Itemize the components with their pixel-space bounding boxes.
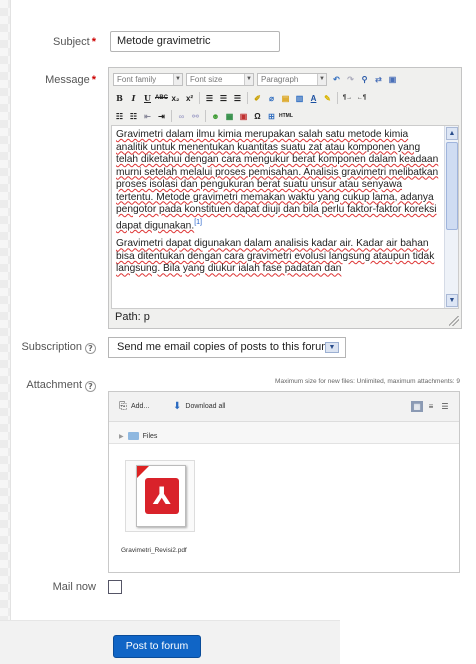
fullscreen-icon[interactable]: ▣ — [386, 73, 399, 86]
align-right-icon[interactable]: ☰ — [231, 92, 244, 105]
pdf-file-icon: ⅄ — [136, 465, 186, 527]
file-item[interactable]: ⅄ — [125, 460, 195, 532]
required-marker: * — [91, 36, 96, 48]
scroll-down-icon[interactable]: ▼ — [446, 294, 458, 307]
folder-icon — [127, 432, 139, 440]
highlight-color-icon[interactable]: ✎ — [321, 92, 334, 105]
chevron-right-icon: ▶ — [119, 433, 124, 440]
help-icon[interactable]: ? — [85, 381, 96, 392]
download-all-button[interactable]: ⬇ Download all — [173, 401, 225, 412]
emoticon-icon[interactable]: ☻ — [209, 110, 222, 123]
post-to-forum-button[interactable]: Post to forum — [113, 635, 201, 658]
scroll-thumb[interactable] — [446, 142, 458, 230]
subject-input[interactable]: Metode gravimetric — [110, 31, 280, 52]
align-left-icon[interactable]: ☰ — [203, 92, 216, 105]
numbered-list-icon[interactable]: ☷ — [127, 110, 140, 123]
mail-now-checkbox[interactable] — [108, 580, 122, 594]
table-icon[interactable]: ⊞ — [265, 110, 278, 123]
chevron-down-icon: ▼ — [325, 342, 339, 353]
outdent-icon[interactable]: ⇤ — [141, 110, 154, 123]
toolbar-separator — [247, 92, 248, 104]
special-char-icon[interactable]: Ω — [251, 110, 264, 123]
toolbar-separator — [337, 92, 338, 104]
font-color-icon[interactable]: A — [307, 92, 320, 105]
editor-toolbar-row-2: B I U ABC x₂ x² ☰ ☰ ☰ ✐ ⌀ ▤ ▥ A ✎ ¶→ ←¶ — [113, 90, 369, 106]
file-manager-path: ▶ Files — [109, 422, 459, 444]
scroll-up-icon[interactable]: ▲ — [446, 127, 458, 140]
editor-paragraph: Gravimetri dalam ilmu kimia merupakan sa… — [116, 129, 439, 231]
editor-content-area[interactable]: Gravimetri dalam ilmu kimia merupakan sa… — [111, 125, 459, 309]
italic-icon[interactable]: I — [127, 92, 140, 105]
unlink-icon[interactable]: ⚯ — [189, 110, 202, 123]
max-size-note: Maximum size for new files: Unlimited, m… — [275, 378, 460, 385]
files-folder-link[interactable]: Files — [143, 433, 158, 440]
chevron-down-icon: ▼ — [244, 73, 253, 85]
format-select[interactable]: Paragraph ▼ — [257, 72, 327, 86]
font-size-select[interactable]: Font size ▼ — [186, 72, 254, 86]
resize-handle-icon[interactable] — [449, 316, 459, 326]
view-icons-icon[interactable]: ▦ — [411, 401, 423, 412]
paste-word-icon[interactable]: ▥ — [293, 92, 306, 105]
help-icon[interactable]: ? — [85, 343, 96, 354]
add-file-button[interactable]: ⎘ Add... — [119, 401, 149, 412]
rtl-icon[interactable]: ←¶ — [355, 92, 368, 105]
file-name[interactable]: Gravimetri_Revisi2.pdf — [121, 547, 187, 554]
underline-icon[interactable]: U — [141, 92, 154, 105]
editor-paragraph: Gravimetri dapat digunakan dalam analisi… — [116, 238, 435, 275]
clean-up-icon[interactable]: ✐ — [251, 92, 264, 105]
redo-icon[interactable]: ↷ — [344, 73, 357, 86]
view-tree-icon[interactable]: ☰ — [439, 401, 451, 412]
message-label: Message * — [45, 74, 96, 86]
subscription-select[interactable]: Send me email copies of posts to this fo… — [108, 337, 346, 358]
mail-now-label: Mail now — [52, 581, 96, 593]
html-source-icon[interactable]: HTML — [279, 110, 293, 123]
toolbar-separator — [171, 110, 172, 122]
subscription-label: Subscription? — [0, 341, 96, 354]
bullet-list-icon[interactable]: ☷ — [113, 110, 126, 123]
media-icon[interactable]: ▣ — [237, 110, 250, 123]
replace-icon[interactable]: ⇄ — [372, 73, 385, 86]
subject-label: Subject * — [53, 36, 96, 48]
strikethrough-icon[interactable]: ABC — [155, 92, 168, 105]
download-icon: ⬇ — [173, 401, 182, 412]
toolbar-separator — [199, 92, 200, 104]
superscript-icon[interactable]: x² — [183, 92, 196, 105]
view-details-icon[interactable]: ≡ — [425, 401, 437, 412]
find-icon[interactable]: ⚲ — [358, 73, 371, 86]
attachment-label: Attachment? — [0, 379, 96, 392]
ltr-icon[interactable]: ¶→ — [341, 92, 354, 105]
editor-path-bar: Path: p — [115, 311, 150, 323]
font-family-select[interactable]: Font family ▼ — [113, 72, 183, 86]
chevron-down-icon: ▼ — [173, 73, 182, 85]
subscript-icon[interactable]: x₂ — [169, 92, 182, 105]
editor-text[interactable]: Gravimetri dalam ilmu kimia merupakan sa… — [112, 126, 444, 285]
chevron-down-icon: ▼ — [317, 73, 326, 85]
remove-format-icon[interactable]: ⌀ — [265, 92, 278, 105]
footnote-link[interactable]: [1] — [194, 219, 202, 226]
bold-icon[interactable]: B — [113, 92, 126, 105]
align-center-icon[interactable]: ☰ — [217, 92, 230, 105]
add-file-icon: ⎘ — [119, 401, 127, 412]
view-switcher: ▦ ≡ ☰ — [409, 401, 451, 412]
message-editor: Font family ▼ Font size ▼ Paragraph ▼ ↶ ↷ ⚲… — [108, 67, 462, 329]
image-icon[interactable]: ▦ — [223, 110, 236, 123]
editor-scrollbar[interactable]: ▲ ▼ — [444, 126, 458, 308]
toolbar-separator — [205, 110, 206, 122]
editor-toolbar-row-3: ☷ ☷ ⇤ ⇥ ∞ ⚯ ☻ ▦ ▣ Ω ⊞ HTML — [113, 108, 293, 124]
file-manager: ⎘ Add... ⬇ Download all ▦ ≡ ☰ ▶ Files ⅄ Gr… — [108, 391, 460, 573]
link-icon[interactable]: ∞ — [175, 110, 188, 123]
indent-icon[interactable]: ⇥ — [155, 110, 168, 123]
required-marker: * — [91, 74, 96, 86]
paste-text-icon[interactable]: ▤ — [279, 92, 292, 105]
undo-icon[interactable]: ↶ — [330, 73, 343, 86]
file-manager-toolbar: ⎘ Add... ⬇ Download all ▦ ≡ ☰ — [109, 392, 459, 422]
editor-toolbar-row-1: Font family ▼ Font size ▼ Paragraph ▼ ↶ ↷ ⚲… — [113, 71, 400, 87]
